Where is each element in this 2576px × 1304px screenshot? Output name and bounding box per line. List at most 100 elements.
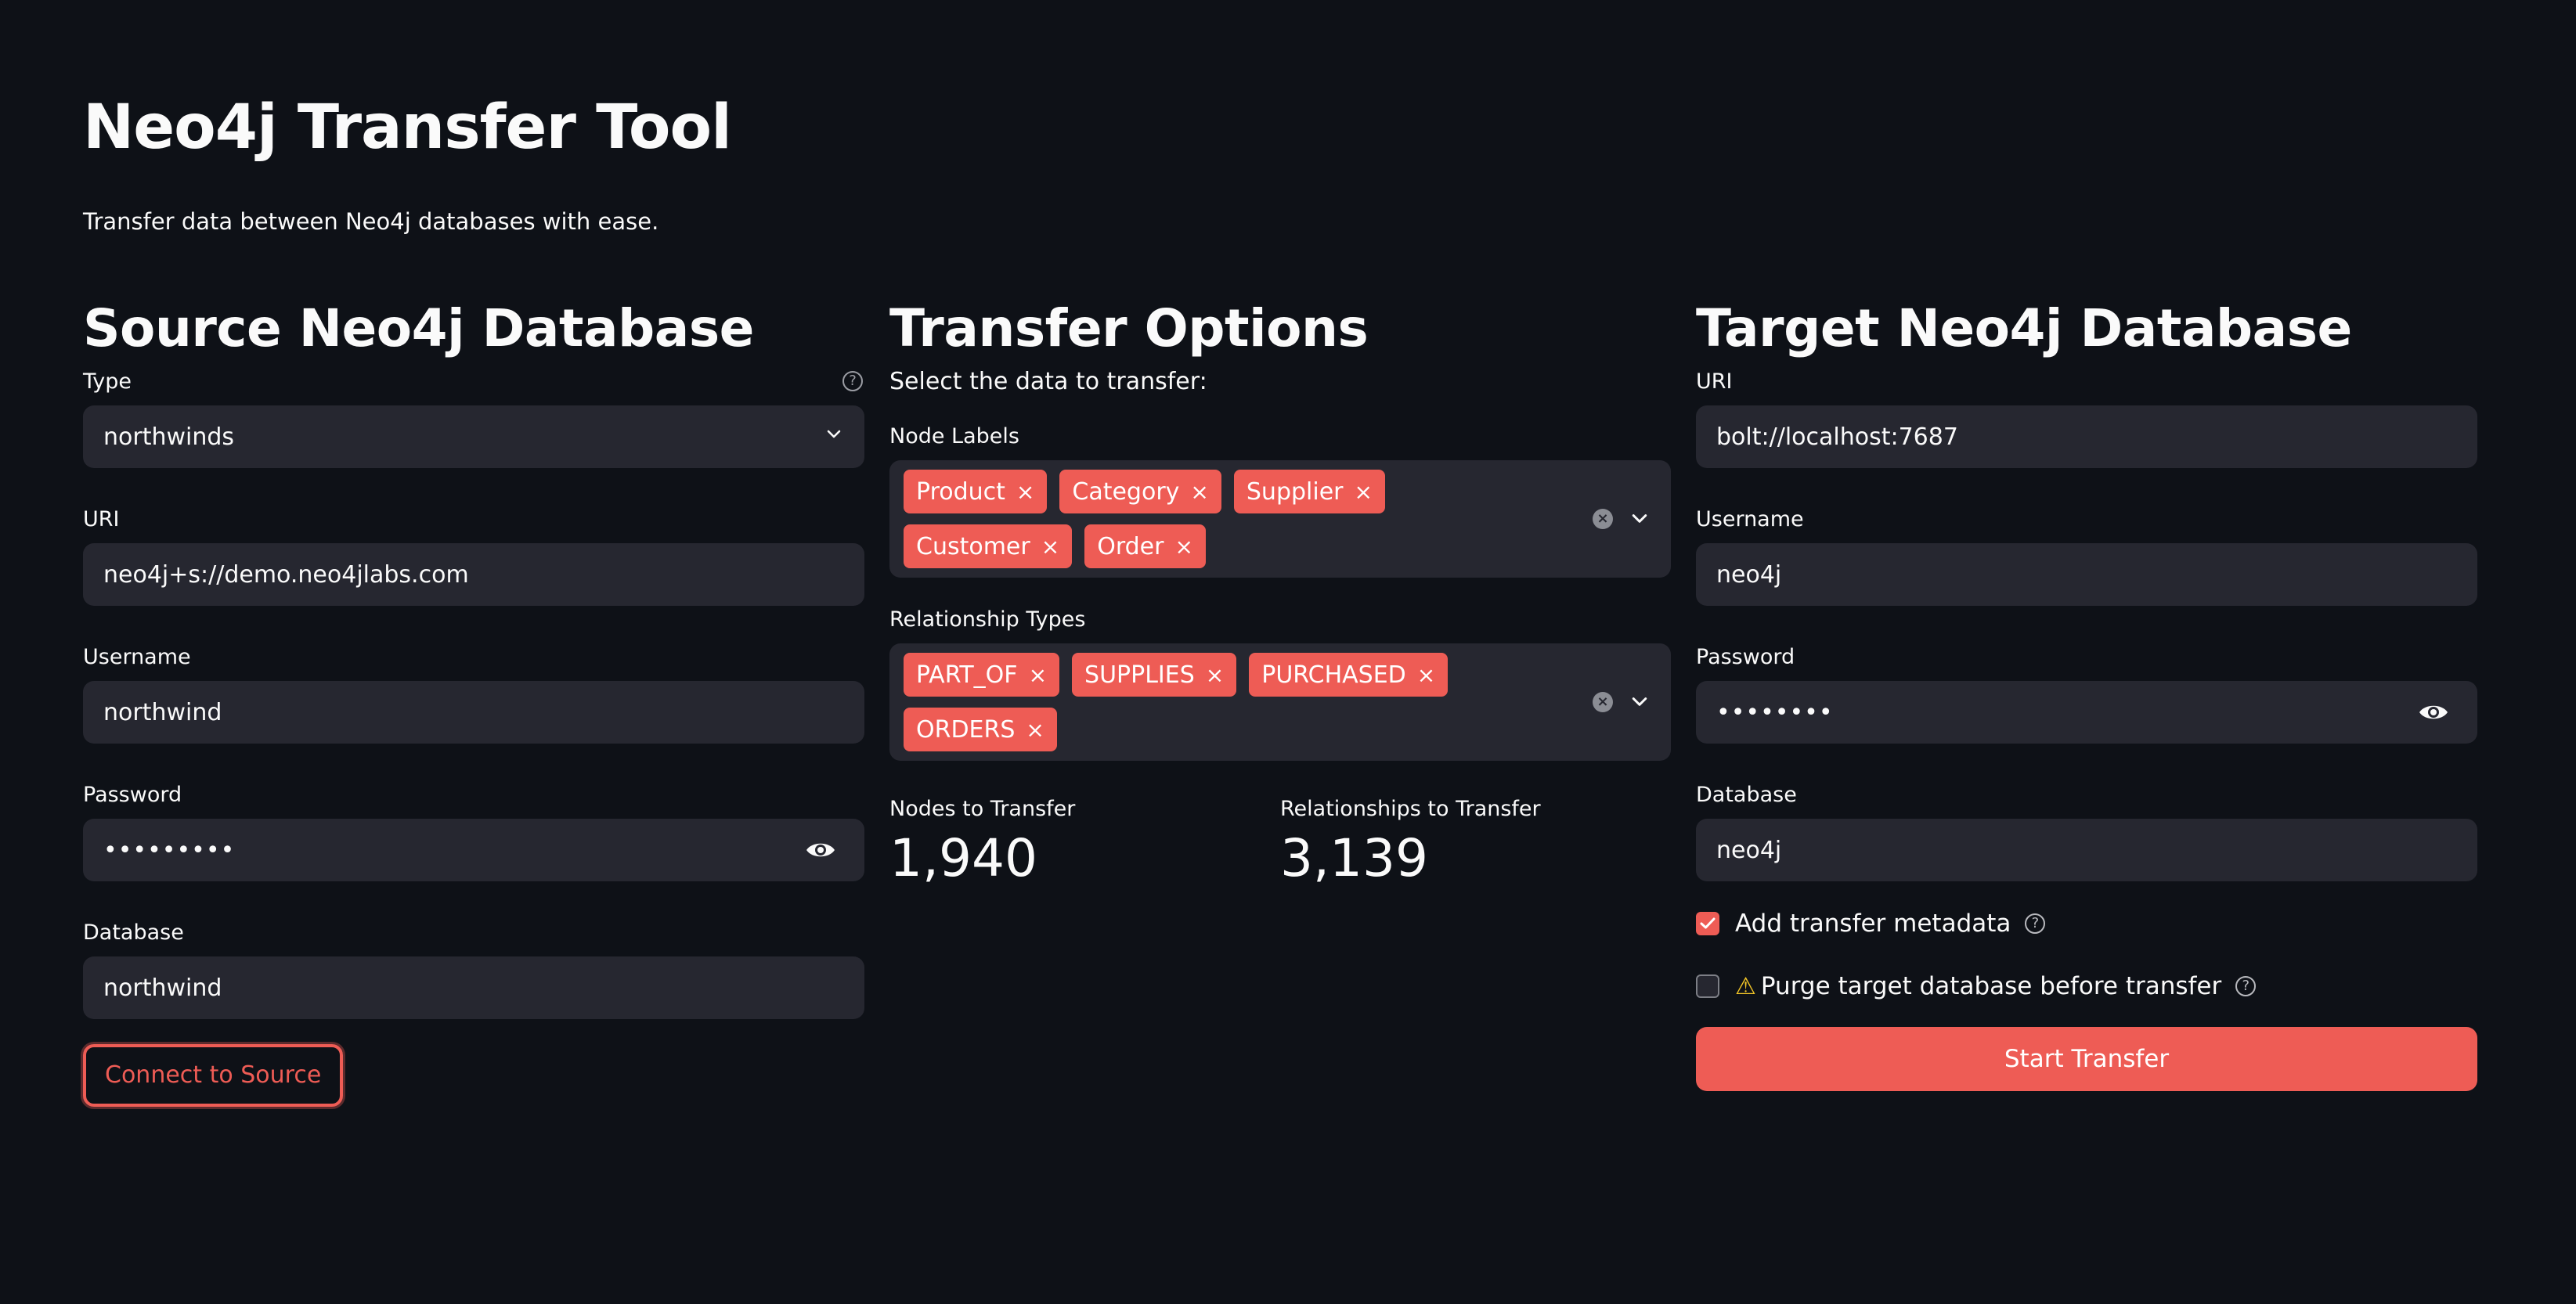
source-uri-field: URI neo4j+s://demo.neo4jlabs.com <box>83 506 864 606</box>
source-uri-value: neo4j+s://demo.neo4jlabs.com <box>103 560 469 589</box>
clear-icon[interactable]: × <box>1593 692 1613 712</box>
remove-chip-icon[interactable]: × <box>1041 534 1059 560</box>
nodes-metric-label: Nodes to Transfer <box>889 797 1076 821</box>
remove-chip-icon[interactable]: × <box>1016 479 1034 505</box>
type-label: Type <box>83 369 132 394</box>
help-icon[interactable]: ? <box>2235 976 2257 996</box>
source-database-label: Database <box>83 920 184 945</box>
help-icon[interactable]: ? <box>842 371 863 391</box>
rel-types-multiselect[interactable]: PART_OF × SUPPLIES × PURCHASED × ORDERS × × <box>889 643 1671 761</box>
eye-icon[interactable] <box>2418 701 2449 724</box>
target-username-field: Username neo4j <box>1696 506 2477 606</box>
rel-types-field: Relationship Types PART_OF × SUPPLIES × PURC… <box>889 606 1671 761</box>
purge-label: Purge target database before transfer <box>1760 972 2222 1000</box>
add-metadata-checkbox-row[interactable]: Add transfer metadata ? <box>1696 908 2477 939</box>
target-uri-field: URI bolt://localhost:7687 <box>1696 368 2477 468</box>
checkmark-icon <box>1700 917 1716 929</box>
source-database-input[interactable]: northwind <box>83 956 864 1019</box>
source-column: Source Neo4j Database Type ? northwinds … <box>83 290 864 1107</box>
target-username-input[interactable]: neo4j <box>1696 543 2477 606</box>
node-label-chip[interactable]: Customer × <box>904 524 1073 568</box>
target-database-value: neo4j <box>1716 836 1782 864</box>
transfer-intro: Select the data to transfer: <box>889 368 1207 395</box>
remove-chip-icon[interactable]: × <box>1190 479 1208 505</box>
start-transfer-button[interactable]: Start Transfer <box>1696 1027 2477 1091</box>
clear-icon[interactable]: × <box>1593 509 1613 529</box>
type-select[interactable]: northwinds <box>83 405 864 468</box>
source-username-label: Username <box>83 645 191 669</box>
eye-icon[interactable] <box>805 838 836 862</box>
help-icon[interactable]: ? <box>2025 913 2046 934</box>
rel-type-chip[interactable]: SUPPLIES × <box>1072 653 1237 697</box>
source-password-value: ••••••••• <box>103 836 236 864</box>
remove-chip-icon[interactable]: × <box>1206 662 1224 688</box>
target-uri-value: bolt://localhost:7687 <box>1716 423 1958 451</box>
rel-type-chip[interactable]: PURCHASED × <box>1249 653 1449 697</box>
transfer-options-column: Transfer Options Select the data to tran… <box>889 290 1671 888</box>
source-uri-label: URI <box>83 507 120 531</box>
node-labels-chips: Product × Category × Supplier × Customer × Order… <box>904 470 1546 568</box>
nodes-metric-value: 1,940 <box>889 828 1037 888</box>
remove-chip-icon[interactable]: × <box>1355 479 1373 505</box>
target-password-input[interactable]: •••••••• <box>1696 681 2477 744</box>
remove-chip-icon[interactable]: × <box>1417 662 1435 688</box>
target-username-label: Username <box>1696 507 1804 531</box>
target-uri-input[interactable]: bolt://localhost:7687 <box>1696 405 2477 468</box>
source-database-value: northwind <box>103 974 222 1002</box>
relationships-metric-value: 3,139 <box>1280 828 1428 888</box>
target-password-field: Password •••••••• <box>1696 643 2477 744</box>
target-database-input[interactable]: neo4j <box>1696 819 2477 881</box>
node-label-chip[interactable]: Product × <box>904 470 1048 513</box>
source-password-label: Password <box>83 783 182 807</box>
node-labels-label: Node Labels <box>889 424 1019 448</box>
remove-chip-icon[interactable]: × <box>1174 534 1192 560</box>
purge-checkbox[interactable] <box>1696 974 1719 998</box>
add-metadata-label: Add transfer metadata <box>1735 910 2011 938</box>
target-password-value: •••••••• <box>1716 698 1834 726</box>
source-username-input[interactable]: northwind <box>83 681 864 744</box>
relationships-metric: Relationships to Transfer 3,139 <box>1280 795 1671 888</box>
node-label-chip[interactable]: Order × <box>1084 524 1206 568</box>
node-label-chip-label: Supplier <box>1246 477 1344 506</box>
target-database-field: Database neo4j <box>1696 781 2477 881</box>
rel-types-chips: PART_OF × SUPPLIES × PURCHASED × ORDERS × <box>904 653 1546 751</box>
source-database-field: Database northwind <box>83 919 864 1019</box>
transfer-heading: Transfer Options <box>889 298 1369 358</box>
purge-checkbox-row[interactable]: ⚠ Purge target database before transfer … <box>1696 971 2477 1002</box>
chevron-down-icon[interactable] <box>1632 694 1647 710</box>
node-label-chip-label: Category <box>1072 477 1180 506</box>
transfer-metrics: Nodes to Transfer 1,940 Relationships to… <box>889 795 1671 888</box>
target-heading: Target Neo4j Database <box>1696 298 2352 358</box>
remove-chip-icon[interactable]: × <box>1026 717 1044 743</box>
source-heading: Source Neo4j Database <box>83 298 754 358</box>
remove-chip-icon[interactable]: × <box>1029 662 1047 688</box>
rel-type-chip-label: SUPPLIES <box>1084 661 1195 689</box>
node-labels-field: Node Labels Product × Category × Supplier × Cu… <box>889 423 1671 578</box>
node-label-chip-label: Customer <box>916 532 1030 560</box>
type-value: northwinds <box>103 423 235 451</box>
chevron-down-icon[interactable] <box>1632 511 1647 527</box>
node-labels-multiselect[interactable]: Product × Category × Supplier × Customer × Order… <box>889 460 1671 578</box>
rel-types-label: Relationship Types <box>889 607 1086 632</box>
target-database-label: Database <box>1696 783 1797 807</box>
source-username-field: Username northwind <box>83 643 864 744</box>
rel-type-chip-label: ORDERS <box>916 715 1016 744</box>
target-username-value: neo4j <box>1716 560 1782 589</box>
source-password-input[interactable]: ••••••••• <box>83 819 864 881</box>
node-label-chip[interactable]: Supplier × <box>1233 470 1385 513</box>
chevron-down-icon <box>827 430 841 438</box>
relationships-metric-label: Relationships to Transfer <box>1280 797 1541 821</box>
page-title: Neo4j Transfer Tool <box>83 92 732 163</box>
warning-icon: ⚠ <box>1735 972 1756 1000</box>
rel-type-chip-label: PART_OF <box>916 661 1018 689</box>
node-label-chip[interactable]: Category × <box>1059 470 1221 513</box>
page-subtitle: Transfer data between Neo4j databases wi… <box>83 208 659 235</box>
source-uri-input[interactable]: neo4j+s://demo.neo4jlabs.com <box>83 543 864 606</box>
rel-type-chip-label: PURCHASED <box>1261 661 1406 689</box>
source-password-field: Password ••••••••• <box>83 781 864 881</box>
rel-type-chip[interactable]: PART_OF × <box>904 653 1060 697</box>
rel-type-chip[interactable]: ORDERS × <box>904 708 1057 751</box>
connect-to-source-button[interactable]: Connect to Source <box>83 1044 344 1107</box>
add-metadata-checkbox[interactable] <box>1696 912 1719 935</box>
type-field: Type ? northwinds <box>83 368 864 468</box>
